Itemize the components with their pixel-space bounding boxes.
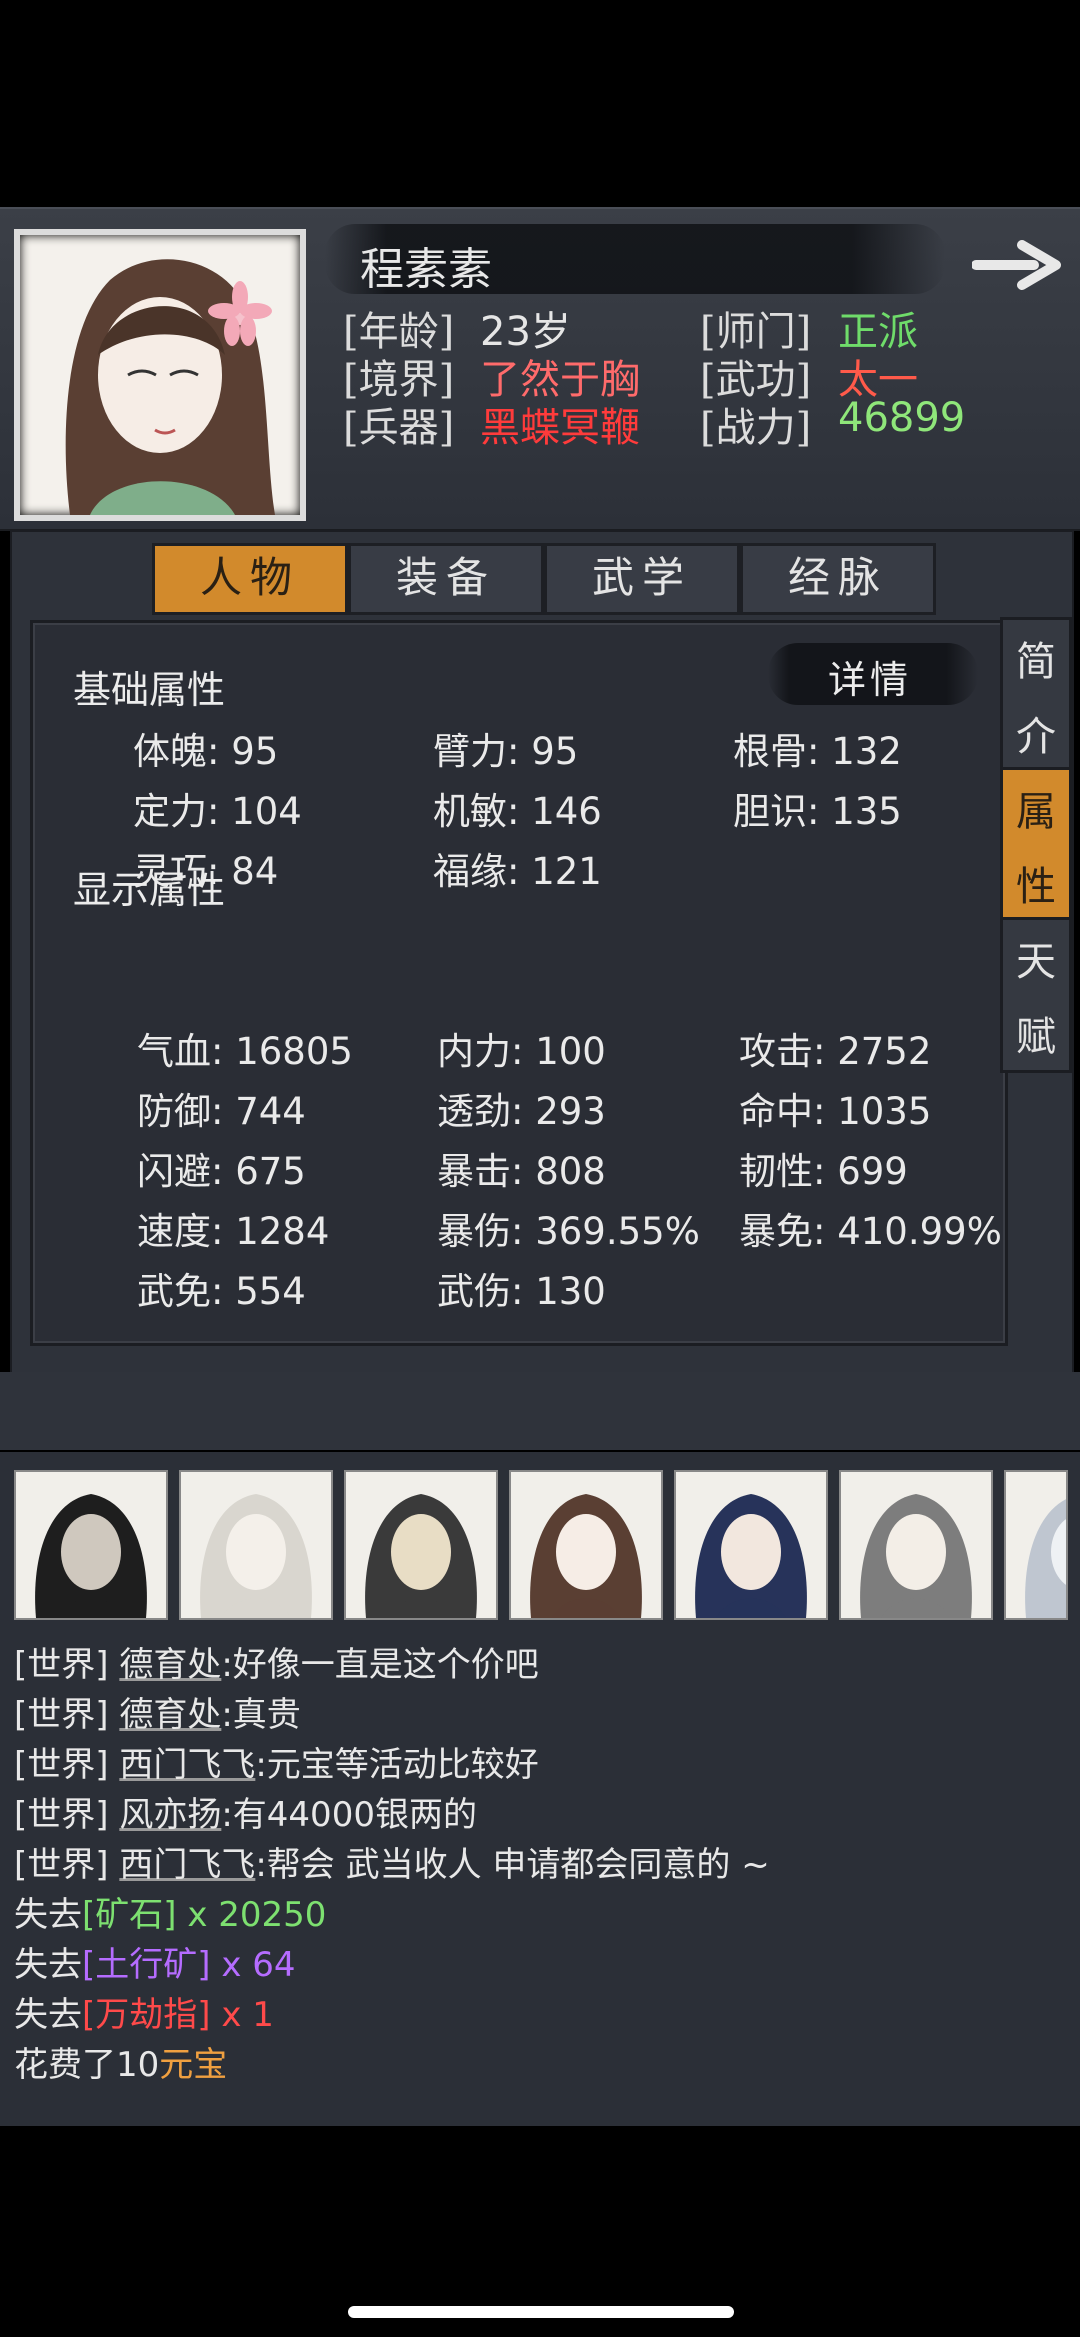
stat-entry: 定力: 104 bbox=[133, 790, 302, 833]
chat-message: [世界] 德育处:真贵 bbox=[14, 1687, 301, 1736]
divider-bar bbox=[0, 1372, 1080, 1450]
companion-avatar[interactable] bbox=[839, 1470, 993, 1620]
chat-speaker[interactable]: 德育处 bbox=[119, 1645, 221, 1685]
item-name[interactable]: [土行矿] bbox=[82, 1945, 211, 1985]
info-value: 46899 bbox=[838, 395, 966, 441]
stat-entry: 机敏: 146 bbox=[433, 790, 602, 833]
stat-entry: 透劲: 293 bbox=[437, 1090, 606, 1133]
item-name[interactable]: [万劫指] bbox=[82, 1995, 211, 2035]
item-quantity: x 64 bbox=[210, 1945, 296, 1985]
channel-tag: [世界] bbox=[14, 1695, 120, 1735]
chat-panel[interactable]: [世界] 德育处:好像一直是这个价吧 [世界] 德育处:真贵 [世界] 西门飞飞:元… bbox=[0, 1452, 1080, 2126]
back-arrow-icon[interactable] bbox=[971, 237, 1062, 293]
tab-3[interactable]: 经脉 bbox=[740, 543, 936, 615]
stat-entry: 臂力: 95 bbox=[433, 730, 579, 773]
stat-entry: 暴免: 410.99% bbox=[739, 1210, 1002, 1253]
spend-prefix: 花费了10 bbox=[14, 2045, 160, 2085]
chat-text: :好像一直是这个价吧 bbox=[221, 1645, 539, 1685]
stat-entry: 体魄: 95 bbox=[133, 730, 279, 773]
side-tab-char: 属 bbox=[1016, 788, 1056, 835]
chat-text: :元宝等活动比较好 bbox=[255, 1745, 539, 1785]
companion-avatar[interactable] bbox=[1004, 1470, 1068, 1620]
info-label: [兵器] bbox=[343, 405, 455, 451]
character-name: 程素素 bbox=[360, 244, 492, 295]
loss-message: 失去[土行矿] x 64 bbox=[14, 1937, 296, 1986]
channel-tag: [世界] bbox=[14, 1745, 120, 1785]
loss-message: 失去[万劫指] x 1 bbox=[14, 1987, 274, 2036]
home-indicator[interactable] bbox=[348, 2306, 734, 2318]
attribute-panel: 人物 装备 武学 经脉 详情 基础属性 体魄: 95 臂力: 95 根骨: 132 定力: … bbox=[10, 530, 1074, 1374]
tab-1[interactable]: 装备 bbox=[348, 543, 544, 615]
stat-entry: 速度: 1284 bbox=[137, 1210, 330, 1253]
loss-message: 失去[矿石] x 20250 bbox=[14, 1887, 326, 1936]
stat-entry: 韧性: 699 bbox=[739, 1150, 908, 1193]
chat-message: [世界] 西门飞飞:元宝等活动比较好 bbox=[14, 1737, 539, 1786]
side-tab-char: 天 bbox=[1016, 938, 1056, 985]
chat-message: [世界] 风亦扬:有44000银两的 bbox=[14, 1787, 477, 1836]
chat-message: [世界] 西门飞飞:帮会 武当收人 申请都会同意的 ~ bbox=[14, 1837, 770, 1886]
companion-avatar[interactable] bbox=[179, 1470, 333, 1620]
item-quantity: x 20250 bbox=[176, 1895, 327, 1935]
stat-entry: 胆识: 135 bbox=[733, 790, 902, 833]
side-tab-char: 赋 bbox=[1016, 1013, 1056, 1060]
stat-entry: 根骨: 132 bbox=[733, 730, 902, 773]
stat-entry: 攻击: 2752 bbox=[739, 1030, 932, 1073]
stat-entry: 闪避: 675 bbox=[137, 1150, 306, 1193]
item-quantity: x 1 bbox=[210, 1995, 274, 2035]
character-portrait[interactable] bbox=[14, 229, 306, 521]
chat-text: :真贵 bbox=[221, 1695, 301, 1735]
chat-text: :有44000银两的 bbox=[221, 1795, 477, 1835]
channel-tag: [世界] bbox=[14, 1795, 120, 1835]
item-name[interactable]: [矿石] bbox=[82, 1895, 177, 1935]
channel-tag: [世界] bbox=[14, 1645, 120, 1685]
stat-entry: 内力: 100 bbox=[437, 1030, 606, 1073]
chat-message: [世界] 德育处:好像一直是这个价吧 bbox=[14, 1637, 539, 1686]
tab-2[interactable]: 武学 bbox=[544, 543, 740, 615]
stats-box: 详情 基础属性 体魄: 95 臂力: 95 根骨: 132 定力: 104 机敏: 14… bbox=[30, 620, 1008, 1346]
display-attributes-title: 显示属性 bbox=[73, 868, 226, 912]
channel-tag: [世界] bbox=[14, 1845, 120, 1885]
chat-speaker[interactable]: 德育处 bbox=[119, 1695, 221, 1735]
stat-entry: 暴伤: 369.55% bbox=[437, 1210, 700, 1253]
info-label: [战力] bbox=[700, 405, 812, 451]
side-tab-char: 简 bbox=[1016, 638, 1056, 685]
chat-speaker[interactable]: 风亦扬 bbox=[119, 1795, 221, 1835]
base-attributes-title: 基础属性 bbox=[73, 668, 226, 712]
stat-entry: 暴击: 808 bbox=[437, 1150, 606, 1193]
companion-avatar[interactable] bbox=[674, 1470, 828, 1620]
side-tab-2[interactable]: 天赋 bbox=[1000, 917, 1072, 1073]
side-tab-0[interactable]: 简介 bbox=[1000, 617, 1072, 773]
side-tab-char: 性 bbox=[1016, 863, 1056, 910]
currency-name: 元宝 bbox=[159, 2045, 228, 2085]
chat-text: :帮会 武当收人 申请都会同意的 ~ bbox=[255, 1845, 770, 1885]
companion-avatar[interactable] bbox=[344, 1470, 498, 1620]
loss-prefix: 失去 bbox=[14, 1945, 82, 1985]
loss-prefix: 失去 bbox=[14, 1895, 82, 1935]
detail-button-label: 详情 bbox=[828, 658, 913, 702]
companion-avatar[interactable] bbox=[14, 1470, 168, 1620]
portrait-drawing bbox=[65, 259, 275, 515]
info-value: 黑蝶冥鞭 bbox=[480, 405, 640, 451]
loss-prefix: 失去 bbox=[14, 1995, 82, 2035]
side-tab-1[interactable]: 属性 bbox=[1000, 767, 1072, 923]
stat-entry: 武免: 554 bbox=[137, 1270, 306, 1313]
companion-avatar[interactable] bbox=[509, 1470, 663, 1620]
stat-entry: 福缘: 121 bbox=[433, 850, 602, 893]
side-tab-char: 介 bbox=[1016, 713, 1056, 760]
chat-speaker[interactable]: 西门飞飞 bbox=[119, 1745, 255, 1785]
chat-speaker[interactable]: 西门飞飞 bbox=[119, 1845, 255, 1885]
spend-message: 花费了10元宝 bbox=[14, 2037, 227, 2086]
stat-entry: 武伤: 130 bbox=[437, 1270, 606, 1313]
stat-entry: 命中: 1035 bbox=[739, 1090, 932, 1133]
stat-entry: 防御: 744 bbox=[137, 1090, 306, 1133]
tab-0[interactable]: 人物 bbox=[152, 543, 348, 615]
character-header: 程素素 [年龄] 23岁 [师门] 正派 [境界] 了然于胸 [武功] 太一 [兵器] 黑蝶冥鞭[… bbox=[0, 207, 1080, 531]
stat-entry: 气血: 16805 bbox=[137, 1030, 353, 1073]
